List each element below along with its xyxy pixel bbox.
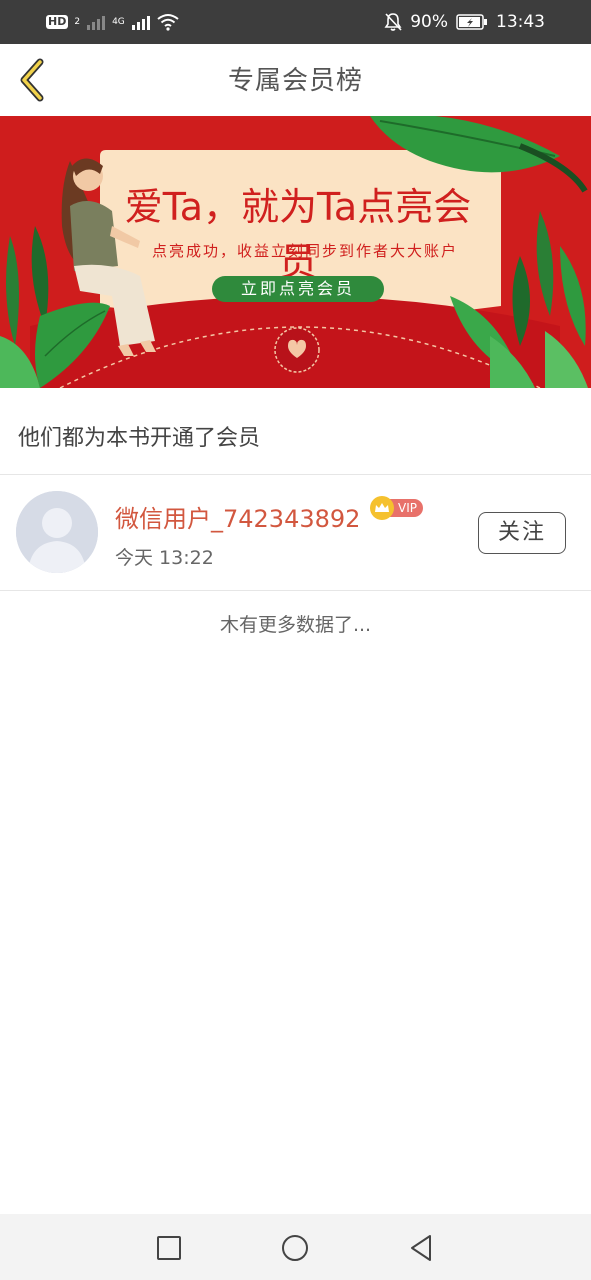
- chevron-left-icon: [20, 58, 44, 102]
- signal-icon-2: [131, 16, 150, 30]
- avatar[interactable]: [16, 491, 98, 573]
- system-nav-bar: [0, 1214, 591, 1280]
- light-up-vip-button[interactable]: 立即点亮会员: [212, 276, 384, 302]
- bell-off-icon: [384, 13, 402, 31]
- battery-icon: [456, 14, 487, 30]
- vip-badge: VIP: [370, 496, 423, 520]
- network-label: 4G: [112, 17, 125, 27]
- page-title: 专属会员榜: [227, 66, 363, 96]
- circle-icon: [282, 1235, 308, 1261]
- nav-bar: 专属会员榜: [0, 44, 591, 116]
- wifi-icon: [157, 14, 179, 31]
- status-right: 90% 13:43: [384, 10, 545, 34]
- banner-title: 爱Ta，就为Ta点亮会员: [124, 185, 472, 284]
- back-button[interactable]: [10, 56, 54, 104]
- default-avatar-icon: [16, 491, 98, 573]
- hd-sub: 2: [74, 17, 81, 27]
- home-button[interactable]: [275, 1228, 315, 1268]
- back-nav-button[interactable]: [401, 1228, 441, 1268]
- status-left: HD 2 4G: [46, 10, 179, 34]
- hd-icon: HD: [46, 15, 69, 29]
- member-time: 今天 13:22: [115, 547, 214, 569]
- square-icon: [157, 1236, 181, 1260]
- member-name[interactable]: 微信用户_742343892: [115, 499, 360, 534]
- signal-icon: [87, 16, 106, 30]
- follow-button[interactable]: 关注: [478, 512, 566, 554]
- hd-label: HD: [48, 15, 67, 28]
- list-end-text: 木有更多数据了...: [219, 614, 372, 636]
- banner-subtitle: 点亮成功，收益立刻同步到作者大大账户: [151, 242, 458, 260]
- status-bar: HD 2 4G 90% 13:43: [0, 0, 591, 44]
- crown-icon: [370, 496, 394, 520]
- section-title: 他们都为本书开通了会员: [18, 426, 261, 451]
- battery-percent: 90%: [410, 12, 448, 32]
- status-time: 13:43: [496, 12, 545, 32]
- recent-apps-button[interactable]: [149, 1228, 189, 1268]
- triangle-back-icon: [411, 1235, 431, 1261]
- divider: [0, 590, 591, 591]
- list-item[interactable]: 微信用户_742343892 VIP 今天 13:22 关注: [0, 475, 591, 590]
